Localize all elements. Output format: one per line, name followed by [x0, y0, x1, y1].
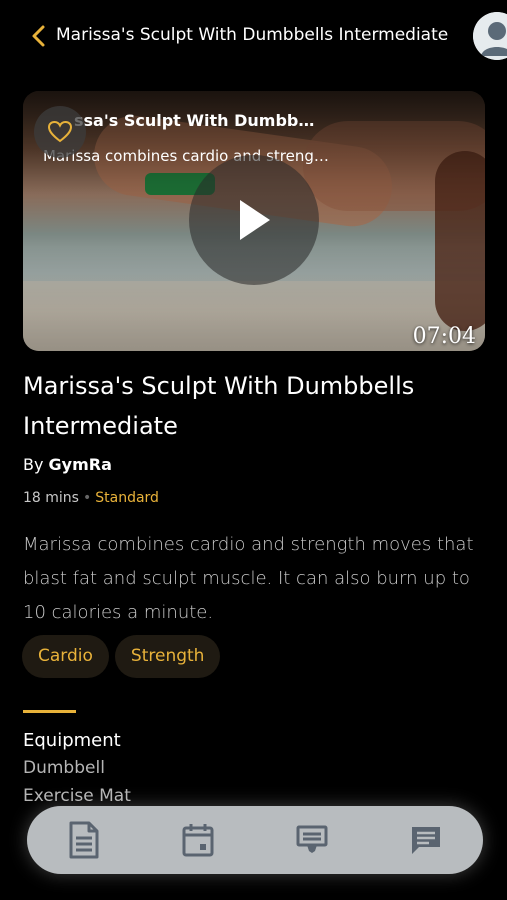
play-icon — [240, 200, 270, 240]
video-overlay-subtitle: Marissa combines cardio and streng… — [43, 147, 329, 165]
author-name[interactable]: GymRa — [49, 455, 112, 474]
tab-document[interactable] — [54, 810, 114, 870]
equipment-heading: Equipment — [23, 730, 121, 751]
section-divider — [23, 710, 76, 713]
tab-board[interactable] — [282, 810, 342, 870]
tab-calendar[interactable] — [168, 810, 228, 870]
document-icon — [69, 821, 99, 859]
tab-chat[interactable] — [396, 810, 456, 870]
chat-icon — [412, 827, 440, 854]
byline: By GymRa — [23, 455, 112, 474]
workout-description: Marissa combines cardio and strength mov… — [23, 534, 474, 623]
bottom-tab-bar — [27, 806, 483, 874]
header: Marissa's Sculpt With Dumbbells Intermed… — [0, 0, 507, 72]
tag-list: Cardio Strength — [22, 635, 221, 678]
user-icon — [473, 12, 507, 60]
equipment-item: Exercise Mat — [23, 786, 131, 806]
board-icon — [296, 825, 328, 853]
meta-separator: • — [82, 490, 92, 506]
tag-strength[interactable]: Strength — [114, 635, 221, 678]
chevron-left-icon — [32, 25, 45, 47]
tag-cardio[interactable]: Cardio — [22, 635, 109, 678]
workout-level: Standard — [95, 490, 159, 506]
video-player[interactable]: ssa's Sculpt With Dumbb… Marissa combine… — [23, 91, 485, 351]
equipment-item: Dumbbell — [23, 758, 105, 778]
workout-duration: 18 mins — [23, 490, 79, 506]
workout-meta: 18 mins • Standard — [23, 490, 159, 506]
byline-prefix: By — [23, 455, 44, 474]
video-duration: 07:04 — [412, 324, 476, 349]
back-button[interactable] — [28, 24, 50, 48]
heart-icon — [47, 120, 73, 143]
favorite-button[interactable] — [34, 106, 86, 158]
calendar-icon — [182, 824, 214, 857]
play-button[interactable] — [189, 155, 319, 285]
workout-title: Marissa's Sculpt With Dumbbells Intermed… — [23, 372, 415, 440]
video-overlay-title: ssa's Sculpt With Dumbb… — [74, 111, 315, 130]
profile-avatar[interactable] — [473, 12, 507, 60]
header-title: Marissa's Sculpt With Dumbbells Intermed… — [56, 25, 449, 45]
